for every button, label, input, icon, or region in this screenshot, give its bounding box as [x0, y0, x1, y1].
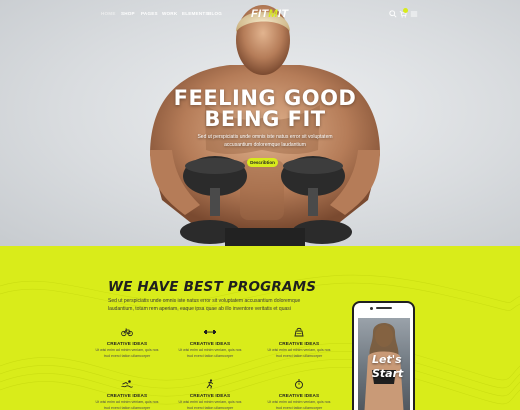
programs-description: Sed ut perspiciatis unde omnis iste natu… [108, 298, 301, 312]
feature-text: Ut wisi enim ad minim veniam, quis nos t… [267, 348, 331, 358]
nav-link-blog[interactable]: BLOG [208, 11, 222, 16]
bicycle-icon [121, 328, 133, 337]
phone-screen: Let's Start [358, 318, 410, 410]
nav-link-shop[interactable]: SHOP [121, 11, 135, 16]
stopwatch-icon [295, 379, 303, 389]
phone-text-line1: Let's [372, 353, 402, 366]
search-icon[interactable] [389, 10, 397, 18]
logo-text-accent: M [268, 8, 278, 20]
menu-icon[interactable] [410, 10, 418, 18]
feature-text: Ut wisi enim ad minim veniam, quis nos t… [178, 348, 242, 358]
phone-text-line2: Start [372, 367, 404, 380]
main-nav: HOME SHOP PAGES WORK ELEMENTS BLOG FITMI… [0, 8, 520, 24]
logo-text-end: IT [277, 8, 289, 20]
feature-title: CREATIVE IDEAS [278, 341, 320, 346]
feature-title: CREATIVE IDEAS [106, 341, 148, 346]
hero-title-line2: BEING FIT [204, 107, 326, 131]
feature-card: CREATIVE IDEAS Ut wisi enim ad minim ven… [92, 327, 162, 359]
phone-camera [370, 306, 373, 310]
site-logo[interactable]: FITMIT [251, 8, 288, 20]
feature-card: CREATIVE IDEAS Ut wisi enim ad minim ven… [175, 327, 245, 359]
hero-cta-button[interactable]: Describtion [247, 158, 278, 167]
programs-section: WE HAVE BEST PROGRAMS Sed ut perspiciati… [0, 246, 520, 410]
feature-text: Ut wisi enim ad minim veniam, quis nos t… [95, 348, 159, 358]
nav-link-work[interactable]: WORK [162, 11, 177, 16]
phone-speaker [376, 307, 392, 309]
feature-text: Ut wisi enim ad minim veniam, quis nos t… [95, 400, 159, 410]
feature-card: CREATIVE IDEAS Ut wisi enim ad minim ven… [264, 327, 334, 359]
wave-pattern [0, 274, 520, 405]
swimming-icon [121, 380, 133, 388]
hero-subtitle: Sed ut perspiciatis unde omnis iste natu… [197, 134, 333, 148]
cart-badge [403, 8, 408, 13]
hero-section: HOME SHOP PAGES WORK ELEMENTS BLOG FITMI… [0, 0, 520, 246]
programs-title: WE HAVE BEST PROGRAMS [108, 279, 317, 295]
feature-title: CREATIVE IDEAS [106, 393, 148, 398]
feature-card: CREATIVE IDEAS Ut wisi enim ad minim ven… [264, 379, 334, 410]
logo-text-main: FIT [251, 8, 269, 20]
feature-card: CREATIVE IDEAS Ut wisi enim ad minim ven… [92, 379, 162, 410]
feature-title: CREATIVE IDEAS [189, 341, 231, 346]
phone-mockup: Let's Start [352, 301, 415, 410]
feature-title: CREATIVE IDEAS [278, 393, 320, 398]
running-icon [206, 379, 214, 389]
nav-link-home[interactable]: HOME [101, 11, 116, 16]
feature-title: CREATIVE IDEAS [189, 393, 231, 398]
feature-text: Ut wisi enim ad minim veniam, quis nos t… [267, 400, 331, 410]
dumbbell-icon [204, 330, 216, 334]
nav-link-pages[interactable]: PAGES [141, 11, 158, 16]
nav-link-elements[interactable]: ELEMENTS [182, 11, 209, 16]
feature-text: Ut wisi enim ad minim veniam, quis nos t… [178, 400, 242, 410]
feature-card: CREATIVE IDEAS Ut wisi enim ad minim ven… [175, 379, 245, 410]
kettlebell-icon [294, 327, 304, 337]
